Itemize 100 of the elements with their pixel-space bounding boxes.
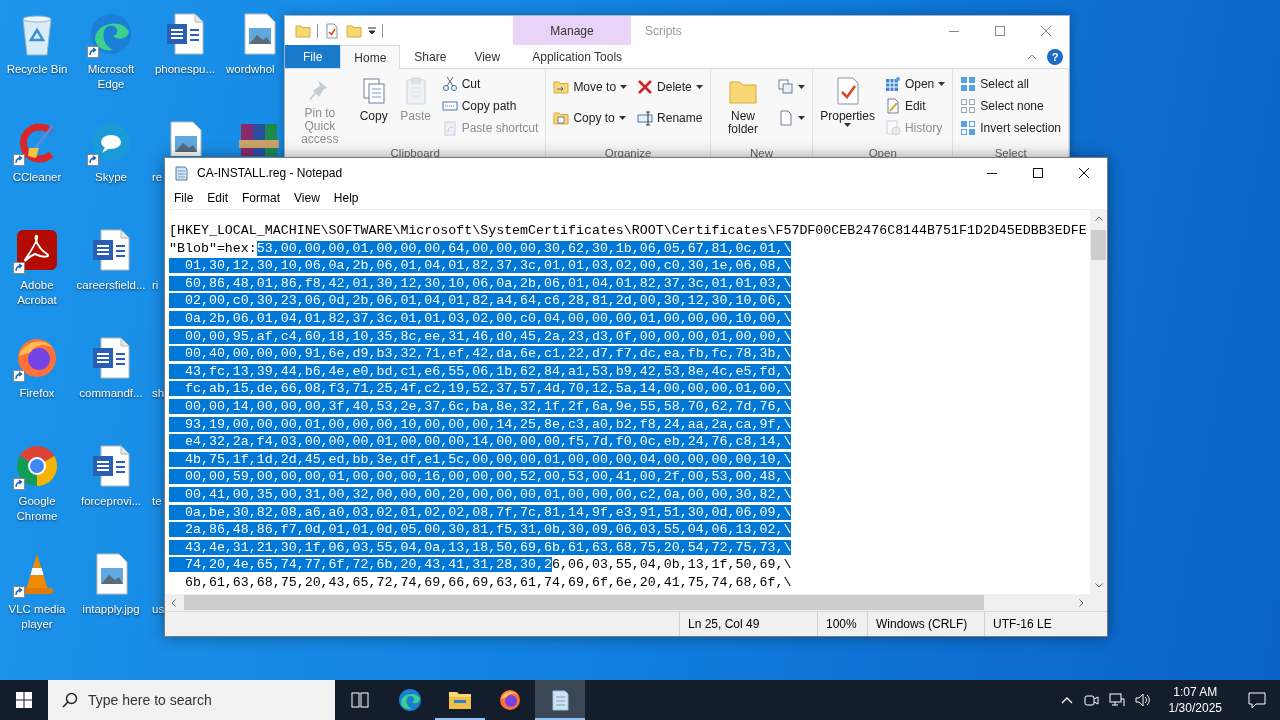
ribbon-button[interactable]: Move to [549,76,632,98]
menu-item[interactable]: Format [235,191,288,205]
properties-icon[interactable] [324,22,340,39]
new-item-icon [778,79,795,95]
scissors-icon [441,76,458,92]
ribbon-tab[interactable]: View [460,45,515,68]
group-label: Select [994,146,1027,160]
select-none-icon [960,98,977,114]
text-run: 00,41,00,35,00,31,00,32,00,00,00,20,00,00,00,01,00,00,00,c2,0a,00,00,30,82,\ [169,486,792,502]
scroll-thumb[interactable] [184,595,984,610]
group-label: Open [868,146,897,160]
maximize-icon[interactable] [1033,167,1043,178]
ribbon-button[interactable]: Copy to [549,107,632,129]
text-run: 43,fc,13,39,44,b6,4e,e0,bd,c1,e6,55,06,1b,62,84,a1,53,b9,42,53,8e,4c,e5,fd,\ [169,363,792,379]
delete-icon [637,79,654,95]
text-run: 0a,2b,06,01,04,01,82,37,3c,01,01,03,02,00,c0,04,00,00,00,01,00,00,00,10,00,\ [169,310,792,326]
icon-label: te [151,494,162,509]
ribbon-button[interactable]: New folder [713,69,773,146]
icon-label: Google Chrome [15,494,59,524]
ribbon-button[interactable]: Properties [816,69,879,146]
horizontal-scrollbar[interactable] [165,594,1107,611]
clock-date[interactable]: 1/30/2025 [1168,700,1222,716]
icon-label: us [151,602,165,617]
icon-label: sh [151,386,165,401]
icon-label: Adobe Acrobat [16,278,58,308]
icon-label: Firefox [19,386,55,401]
text-run: 01,30,12,30,10,06,0a,2b,06,01,04,01,82,37,3c,01,01,03,02,00,c0,30,1e,06,08,\ [169,258,792,274]
window-title: CA-INSTALL.reg - Notepad [197,165,343,180]
scroll-right-icon[interactable] [1079,598,1084,607]
ribbon-button[interactable]: Select none [956,95,1065,117]
text-run: 53,00,00,00,01,00,00,00,64,00,00,00,30,62,30,1b,06,05,67,81,0c,01,\ [256,240,792,256]
help-icon[interactable]: ? [1047,48,1063,65]
text-run: 74,20,4e,65,74,77,6f,72,6b,20,43,41,31,28,30,2 [169,557,552,573]
icon-label: ri [151,278,159,293]
volume-icon[interactable] [1134,692,1151,708]
icon-label: careersfield... [76,278,146,293]
history-icon [884,120,901,136]
icon-label: intapply.jpg [82,602,140,617]
status-text: Windows (CRLF) [867,612,984,636]
scroll-down-icon[interactable] [1094,583,1103,588]
text-run: 00,40,00,00,00,91,6e,d9,b3,32,71,ef,42,da,6e,c1,22,d7,f7,dc,ea,fb,fc,78,3b,\ [169,346,792,362]
ribbon-button[interactable]: Copy path [437,95,543,117]
text-run: 0a,be,30,82,08,a6,a0,03,02,01,02,02,08,7f,7c,81,14,9f,e3,91,51,30,0d,06,09,\ [169,504,792,520]
ribbon-button[interactable]: Edit [880,95,950,117]
ribbon-tab[interactable]: File [285,45,341,68]
caret-icon[interactable] [368,26,376,35]
text-run: 00,00,59,00,00,00,01,00,00,00,16,00,00,00,52,00,53,00,41,00,2f,00,53,00,48,\ [169,469,792,485]
notepad-icon [173,164,189,181]
windows-logo-icon[interactable] [16,692,32,708]
text-run: 93,19,00,00,00,01,00,00,00,10,00,00,00,14,25,8e,c3,a0,b2,f8,24,aa,2a,ca,9f,\ [169,416,792,432]
scroll-up-icon[interactable] [1094,216,1103,221]
window-title: Scripts [645,23,682,38]
text-run: 2a,86,48,86,f7,0d,01,01,0d,05,00,30,81,f5,31,0b,30,09,06,03,55,04,06,13,02,\ [169,522,792,538]
menu-item[interactable]: File [167,191,201,205]
ribbon-button[interactable]: Cut [437,73,543,95]
ribbon-tab[interactable]: Application Tools [518,45,637,68]
search-field[interactable]: Type here to search [48,680,335,720]
text-run: 02,00,c0,30,23,06,0d,2b,06,01,04,01,82,a4,64,c6,28,81,2d,00,30,12,30,10,06,\ [169,293,792,309]
ribbon-button[interactable]: Rename [633,107,707,129]
status-text: UTF-16 LE [984,612,1089,636]
ribbon-button[interactable]: Delete [633,76,707,98]
text-run: [HKEY_LOCAL_MACHINE\SOFTWARE\Microsoft\SystemCertificates\ROOT\Certificates\F57DF00CEB2476C8144B751F1D2D45EDBB3EDFE [169,223,1087,238]
icon-label: forceprovi... [80,494,142,509]
vertical-scrollbar[interactable] [1090,210,1107,594]
ribbon-button[interactable]: Select all [956,73,1065,95]
text-run: 00,00,14,00,00,00,3f,40,53,2e,37,6c,ba,8e,32,1f,2f,6a,9e,55,58,70,62,7d,76,\ [169,398,792,414]
ribbon-tab[interactable]: Share [400,45,461,68]
ribbon-button[interactable]: Copy [353,69,394,146]
path-icon [441,98,458,114]
text-run: 6b,61,63,68,75,20,43,65,72,74,69,66,69,63,61,74,69,6f,6e,20,41,75,74,68,6f,\ [183,574,792,590]
scroll-left-icon[interactable] [171,598,176,607]
menu-item[interactable]: Edit [200,191,236,205]
group-label: Clipboard [390,146,440,160]
text-run: 43,4e,31,21,30,1f,06,03,55,04,0a,13,18,50,69,6b,61,63,68,75,20,54,72,75,73,\ [169,539,792,555]
ribbon-button[interactable]: Invert selection [956,117,1065,139]
menu-item[interactable]: View [287,191,327,205]
search-icon [62,692,78,708]
camera-icon[interactable] [1082,692,1099,708]
task-view-icon[interactable] [350,690,370,710]
scroll-thumb[interactable] [1091,230,1106,260]
taskbar-button[interactable] [535,680,585,720]
invert-selection-icon [960,120,977,136]
text-run: 4b,75,1f,1d,2d,45,ed,bb,3e,df,e1,5c,00,00,00,01,00,00,00,04,00,00,00,00,10,\ [169,451,792,467]
clock-time[interactable]: 1:07 AM [1173,684,1218,700]
open-icon [884,76,901,92]
menu-item[interactable]: Help [326,191,366,205]
ribbon-tab[interactable]: Home [340,45,401,69]
ribbon-button[interactable]: Open [880,73,950,95]
close-icon[interactable] [1079,167,1089,178]
fox-globe-icon[interactable] [498,688,522,712]
network-icon[interactable] [1108,692,1125,708]
edit-icon [884,98,901,114]
notification-icon[interactable] [1248,691,1266,709]
icon-label: re [151,170,163,185]
status-text: 100% [817,612,867,636]
text-run: 6,06,03,55,04,0b,13,1f,50,69,\ [552,557,792,573]
browser-swirl-icon[interactable] [398,688,422,712]
copy-folder-icon [553,110,570,126]
paste-shortcut-icon [441,120,458,136]
icon-label: phonespu... [154,62,216,77]
